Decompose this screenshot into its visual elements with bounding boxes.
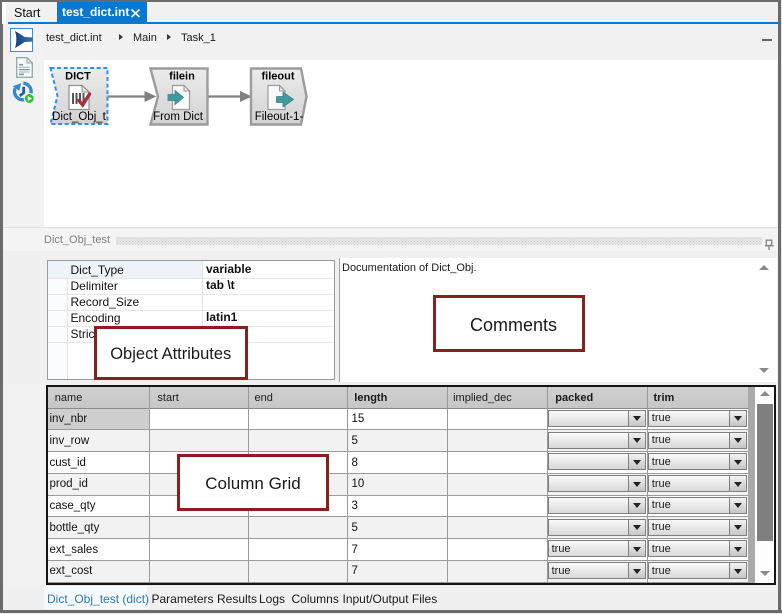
svg-text:DICT: DICT <box>65 71 91 83</box>
svg-text:filein: filein <box>169 71 195 83</box>
svg-text:Dict_Obj_t: Dict_Obj_t <box>52 111 106 123</box>
svg-text:fileout: fileout <box>262 71 295 83</box>
svg-text:Fileout-1-: Fileout-1- <box>255 111 304 123</box>
svg-text:From Dict: From Dict <box>153 111 204 123</box>
